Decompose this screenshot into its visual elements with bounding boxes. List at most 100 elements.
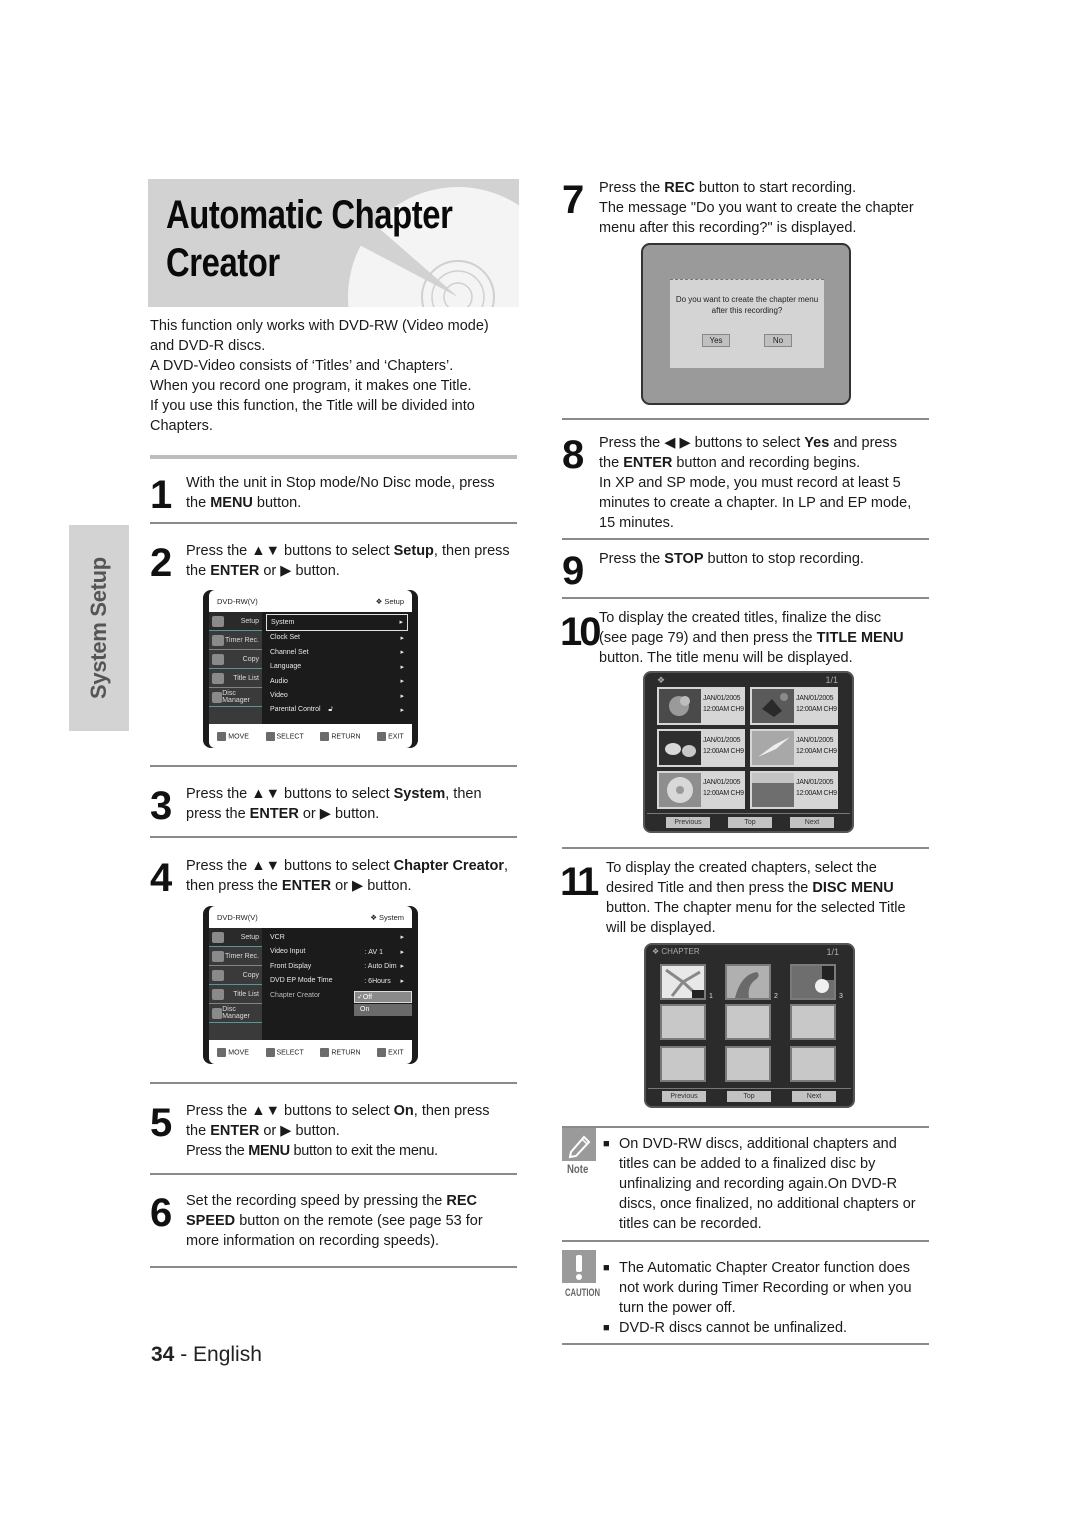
timer-icon (212, 634, 224, 646)
next-button[interactable]: Next (792, 1091, 836, 1102)
previous-button[interactable]: Previous (662, 1091, 706, 1102)
osd-item-clock-set[interactable]: Clock Set ▸ (266, 631, 408, 646)
title-thumbnail (659, 731, 701, 765)
step-number: 5 (150, 1101, 172, 1145)
section-side-tab: System Setup (69, 525, 129, 731)
osd-side-setup[interactable]: Setup (209, 612, 262, 631)
title-thumbnail (659, 689, 701, 723)
osd-select-hint: SELECT (265, 1047, 304, 1057)
title-thumbnail (752, 773, 794, 807)
title-item[interactable]: JAN/01/2005 12:00AM CH9 (750, 729, 838, 767)
step-number: 2 (150, 541, 172, 585)
yes-button[interactable]: Yes (702, 334, 730, 347)
divider (562, 1343, 929, 1345)
exit-icon (377, 1047, 387, 1057)
film-icon (212, 988, 224, 1000)
title-item[interactable]: JAN/01/2005 12:00AM CH9 (657, 687, 745, 725)
note-label: Note (567, 1162, 589, 1176)
copy-icon (212, 969, 224, 981)
step-number: 7 (562, 178, 584, 222)
top-button[interactable]: Top (727, 1091, 771, 1102)
osd-move-hint: MOVE (217, 1047, 249, 1057)
osd-item-vcr[interactable]: VCR ▸ (266, 930, 408, 945)
osd-sidebar: Setup Timer Rec. Copy Title List Disc Ma… (209, 612, 262, 724)
osd-side-timer[interactable]: Timer Rec. (209, 947, 262, 966)
title-item[interactable]: JAN/01/2005 12:00AM CH9 (750, 771, 838, 809)
disc-icon (212, 1007, 223, 1019)
divider (150, 522, 517, 524)
osd-side-copy[interactable]: Copy (209, 650, 262, 669)
chapter-dialog-screen: Do you want to create the chapter menu af… (641, 243, 851, 405)
divider (648, 1088, 851, 1089)
osd-item-dvd-ep-mode[interactable]: DVD EP Mode Time: 6Hours ▸ (266, 974, 408, 989)
osd-side-setup[interactable]: Setup (209, 928, 262, 947)
osd-sidebar: Setup Timer Rec. Copy Title List Disc Ma… (209, 928, 262, 1040)
pencil-icon (562, 1128, 596, 1161)
enter-icon (265, 731, 275, 741)
osd-side-title-list[interactable]: Title List (209, 985, 262, 1004)
divider (562, 597, 929, 599)
osd-side-disc-manager[interactable]: Disc Manager (209, 1004, 262, 1023)
option-off[interactable]: ✓Off (354, 991, 412, 1003)
osd-item-channel-set[interactable]: Channel Set ▸ (266, 645, 408, 660)
chapter-menu-screen: ❖ CHAPTER 1/1 1 2 3 Previous Top Next (644, 943, 855, 1108)
top-button[interactable]: Top (728, 817, 772, 828)
option-on[interactable]: On (354, 1004, 412, 1016)
divider (562, 418, 929, 420)
updown-icon (217, 731, 227, 741)
gear-icon (212, 615, 224, 627)
osd-return-hint: RETURN (320, 1047, 361, 1057)
osd-select-hint: SELECT (265, 731, 304, 741)
osd-system-menu: DVD-RW(V) ❖ System Setup Timer Rec. Copy … (203, 906, 418, 1064)
lock-icon: 🔓︎ (328, 706, 333, 714)
caution-label: CAUTION (565, 1287, 601, 1299)
empty-chapter-slot (660, 1046, 706, 1082)
gear-icon (212, 931, 224, 943)
divider (150, 1173, 517, 1175)
title-item[interactable]: JAN/01/2005 12:00AM CH9 (750, 687, 838, 725)
intro-text: This function only works with DVD-RW (Vi… (150, 318, 489, 434)
osd-item-parental-control[interactable]: Parental Control 🔓︎ ▸ (266, 703, 408, 718)
title-item[interactable]: JAN/01/2005 12:00AM CH9 (657, 771, 745, 809)
osd-side-copy[interactable]: Copy (209, 966, 262, 985)
chapter-thumbnail[interactable] (660, 964, 706, 1000)
chapter-thumbnail[interactable] (790, 964, 836, 1000)
next-button[interactable]: Next (790, 817, 834, 828)
divider (647, 813, 850, 814)
osd-item-audio[interactable]: Audio ▸ (266, 674, 408, 689)
divider (562, 538, 929, 540)
osd-item-front-display[interactable]: Front Display: Auto Dim ▸ (266, 959, 408, 974)
empty-chapter-slot (660, 1004, 706, 1040)
chapter-thumbnail[interactable] (725, 964, 771, 1000)
osd-item-video[interactable]: Video ▸ (266, 689, 408, 704)
previous-button[interactable]: Previous (666, 817, 710, 828)
osd-exit-hint: EXIT (377, 731, 404, 741)
note-text: On DVD-RW discs, additional chapters and… (603, 1134, 929, 1234)
updown-icon (217, 1047, 227, 1057)
divider (150, 1266, 517, 1268)
page-number: 34 - English (151, 1343, 262, 1366)
osd-item-video-input[interactable]: Video Input: AV 1 ▸ (266, 945, 408, 960)
osd-side-disc-manager[interactable]: Disc Manager (209, 688, 262, 707)
disc-icon (212, 691, 223, 703)
step-number: 1 (150, 473, 172, 517)
osd-side-title-list[interactable]: Title List (209, 669, 262, 688)
no-button[interactable]: No (764, 334, 792, 347)
title-item[interactable]: JAN/01/2005 12:00AM CH9 (657, 729, 745, 767)
exclamation-icon (562, 1250, 596, 1283)
osd-exit-hint: EXIT (377, 1047, 404, 1057)
empty-chapter-slot (790, 1004, 836, 1040)
return-icon (320, 1047, 330, 1057)
divider (562, 1126, 929, 1128)
divider (150, 455, 517, 459)
step-number: 8 (562, 433, 584, 477)
osd-item-system[interactable]: System ▸ (266, 614, 408, 631)
step-number: 9 (562, 549, 584, 593)
enter-icon (265, 1047, 275, 1057)
title-thumbnail (659, 773, 701, 807)
divider (150, 1082, 517, 1084)
osd-side-timer[interactable]: Timer Rec. (209, 631, 262, 650)
osd-item-language[interactable]: Language ▸ (266, 660, 408, 675)
film-icon (212, 672, 224, 684)
step-number: 3 (150, 784, 172, 828)
